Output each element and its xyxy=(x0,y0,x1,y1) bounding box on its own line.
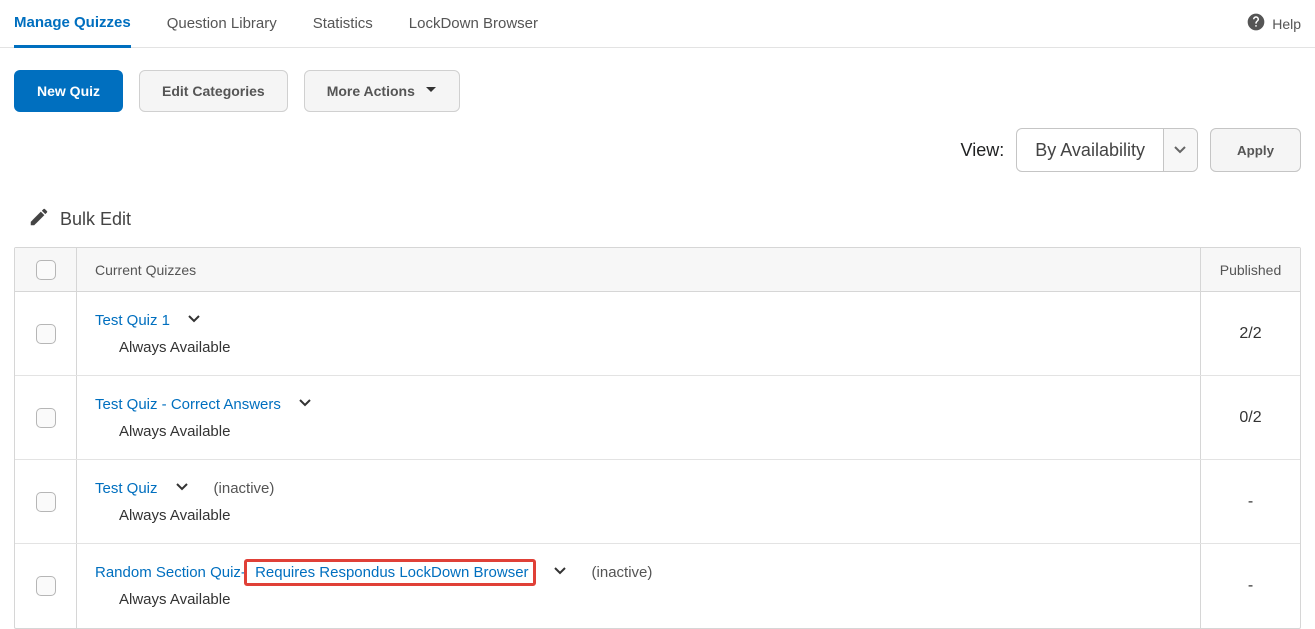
availability-label: Always Available xyxy=(95,591,1182,608)
quiz-link[interactable]: Random Section Quiz- Requires Respondus … xyxy=(95,564,536,581)
inactive-label: (inactive) xyxy=(592,564,653,581)
table-header: Current Quizzes Published xyxy=(15,248,1300,292)
view-label: View: xyxy=(961,140,1005,161)
edit-categories-button[interactable]: Edit Categories xyxy=(139,70,288,112)
help-icon xyxy=(1246,12,1266,35)
help-label: Help xyxy=(1272,16,1301,32)
row-menu-button[interactable] xyxy=(299,396,311,413)
quiz-link[interactable]: Test Quiz - Correct Answers xyxy=(95,396,281,413)
column-header-published: Published xyxy=(1200,248,1300,291)
row-title-line: Test Quiz 1 xyxy=(95,312,1182,329)
new-quiz-button[interactable]: New Quiz xyxy=(14,70,123,112)
table-row: Random Section Quiz- Requires Respondus … xyxy=(15,544,1300,628)
more-actions-label: More Actions xyxy=(327,83,415,99)
tab-bar: Manage Quizzes Question Library Statisti… xyxy=(0,0,1315,48)
table-row: Test Quiz - Correct Answers Always Availa… xyxy=(15,376,1300,460)
tab-question-library[interactable]: Question Library xyxy=(167,0,277,48)
select-all-checkbox[interactable] xyxy=(36,260,56,280)
quiz-link[interactable]: Test Quiz 1 xyxy=(95,312,170,329)
row-checkbox[interactable] xyxy=(36,324,56,344)
row-checkbox[interactable] xyxy=(36,408,56,428)
quiz-title: Random Section Quiz- xyxy=(95,564,246,581)
row-check-cell xyxy=(15,376,77,459)
view-filter-row: View: By Availability Apply xyxy=(0,112,1315,178)
column-header-name: Current Quizzes xyxy=(77,262,1200,278)
published-cell: - xyxy=(1200,460,1300,543)
pencil-icon xyxy=(28,206,50,233)
bulk-edit-label: Bulk Edit xyxy=(60,209,131,230)
tab-statistics[interactable]: Statistics xyxy=(313,0,373,48)
published-cell: 2/2 xyxy=(1200,292,1300,375)
published-cell: - xyxy=(1200,544,1300,628)
view-select[interactable]: By Availability xyxy=(1016,128,1198,172)
apply-button[interactable]: Apply xyxy=(1210,128,1301,172)
row-checkbox[interactable] xyxy=(36,492,56,512)
quizzes-table: Current Quizzes Published Test Quiz 1 Alw… xyxy=(14,247,1301,629)
row-check-cell xyxy=(15,544,77,628)
availability-label: Always Available xyxy=(95,423,1182,440)
availability-label: Always Available xyxy=(95,507,1182,524)
published-cell: 0/2 xyxy=(1200,376,1300,459)
row-title-line: Random Section Quiz- Requires Respondus … xyxy=(95,564,1182,581)
quiz-title: Test Quiz 1 xyxy=(95,312,170,329)
row-checkbox[interactable] xyxy=(36,576,56,596)
help-link[interactable]: Help xyxy=(1246,12,1301,35)
row-menu-button[interactable] xyxy=(176,480,188,497)
row-menu-button[interactable] xyxy=(188,312,200,329)
row-main-cell: Test Quiz 1 Always Available xyxy=(77,292,1200,375)
toolbar: New Quiz Edit Categories More Actions xyxy=(0,48,1315,112)
row-title-line: Test Quiz (inactive) xyxy=(95,480,1182,497)
tab-manage-quizzes[interactable]: Manage Quizzes xyxy=(14,0,131,48)
row-main-cell: Test Quiz - Correct Answers Always Availa… xyxy=(77,376,1200,459)
table-row: Test Quiz (inactive) Always Available - xyxy=(15,460,1300,544)
select-all-cell xyxy=(15,248,77,291)
row-main-cell: Random Section Quiz- Requires Respondus … xyxy=(77,544,1200,628)
table-row: Test Quiz 1 Always Available 2/2 xyxy=(15,292,1300,376)
row-check-cell xyxy=(15,460,77,543)
chevron-down-icon xyxy=(425,83,437,99)
view-select-value: By Availability xyxy=(1017,140,1163,161)
quiz-link[interactable]: Test Quiz xyxy=(95,480,158,497)
more-actions-button[interactable]: More Actions xyxy=(304,70,460,112)
availability-label: Always Available xyxy=(95,339,1182,356)
row-check-cell xyxy=(15,292,77,375)
row-main-cell: Test Quiz (inactive) Always Available xyxy=(77,460,1200,543)
tab-lockdown-browser[interactable]: LockDown Browser xyxy=(409,0,538,48)
bulk-edit-link[interactable]: Bulk Edit xyxy=(0,178,1315,247)
inactive-label: (inactive) xyxy=(214,480,275,497)
row-title-line: Test Quiz - Correct Answers xyxy=(95,396,1182,413)
quiz-title: Test Quiz - Correct Answers xyxy=(95,396,281,413)
quiz-suffix: Requires Respondus LockDown Browser xyxy=(251,564,529,581)
chevron-down-icon xyxy=(1163,129,1197,171)
quiz-title: Test Quiz xyxy=(95,480,158,497)
highlight-annotation: Requires Respondus LockDown Browser xyxy=(244,559,536,586)
row-menu-button[interactable] xyxy=(554,564,566,581)
